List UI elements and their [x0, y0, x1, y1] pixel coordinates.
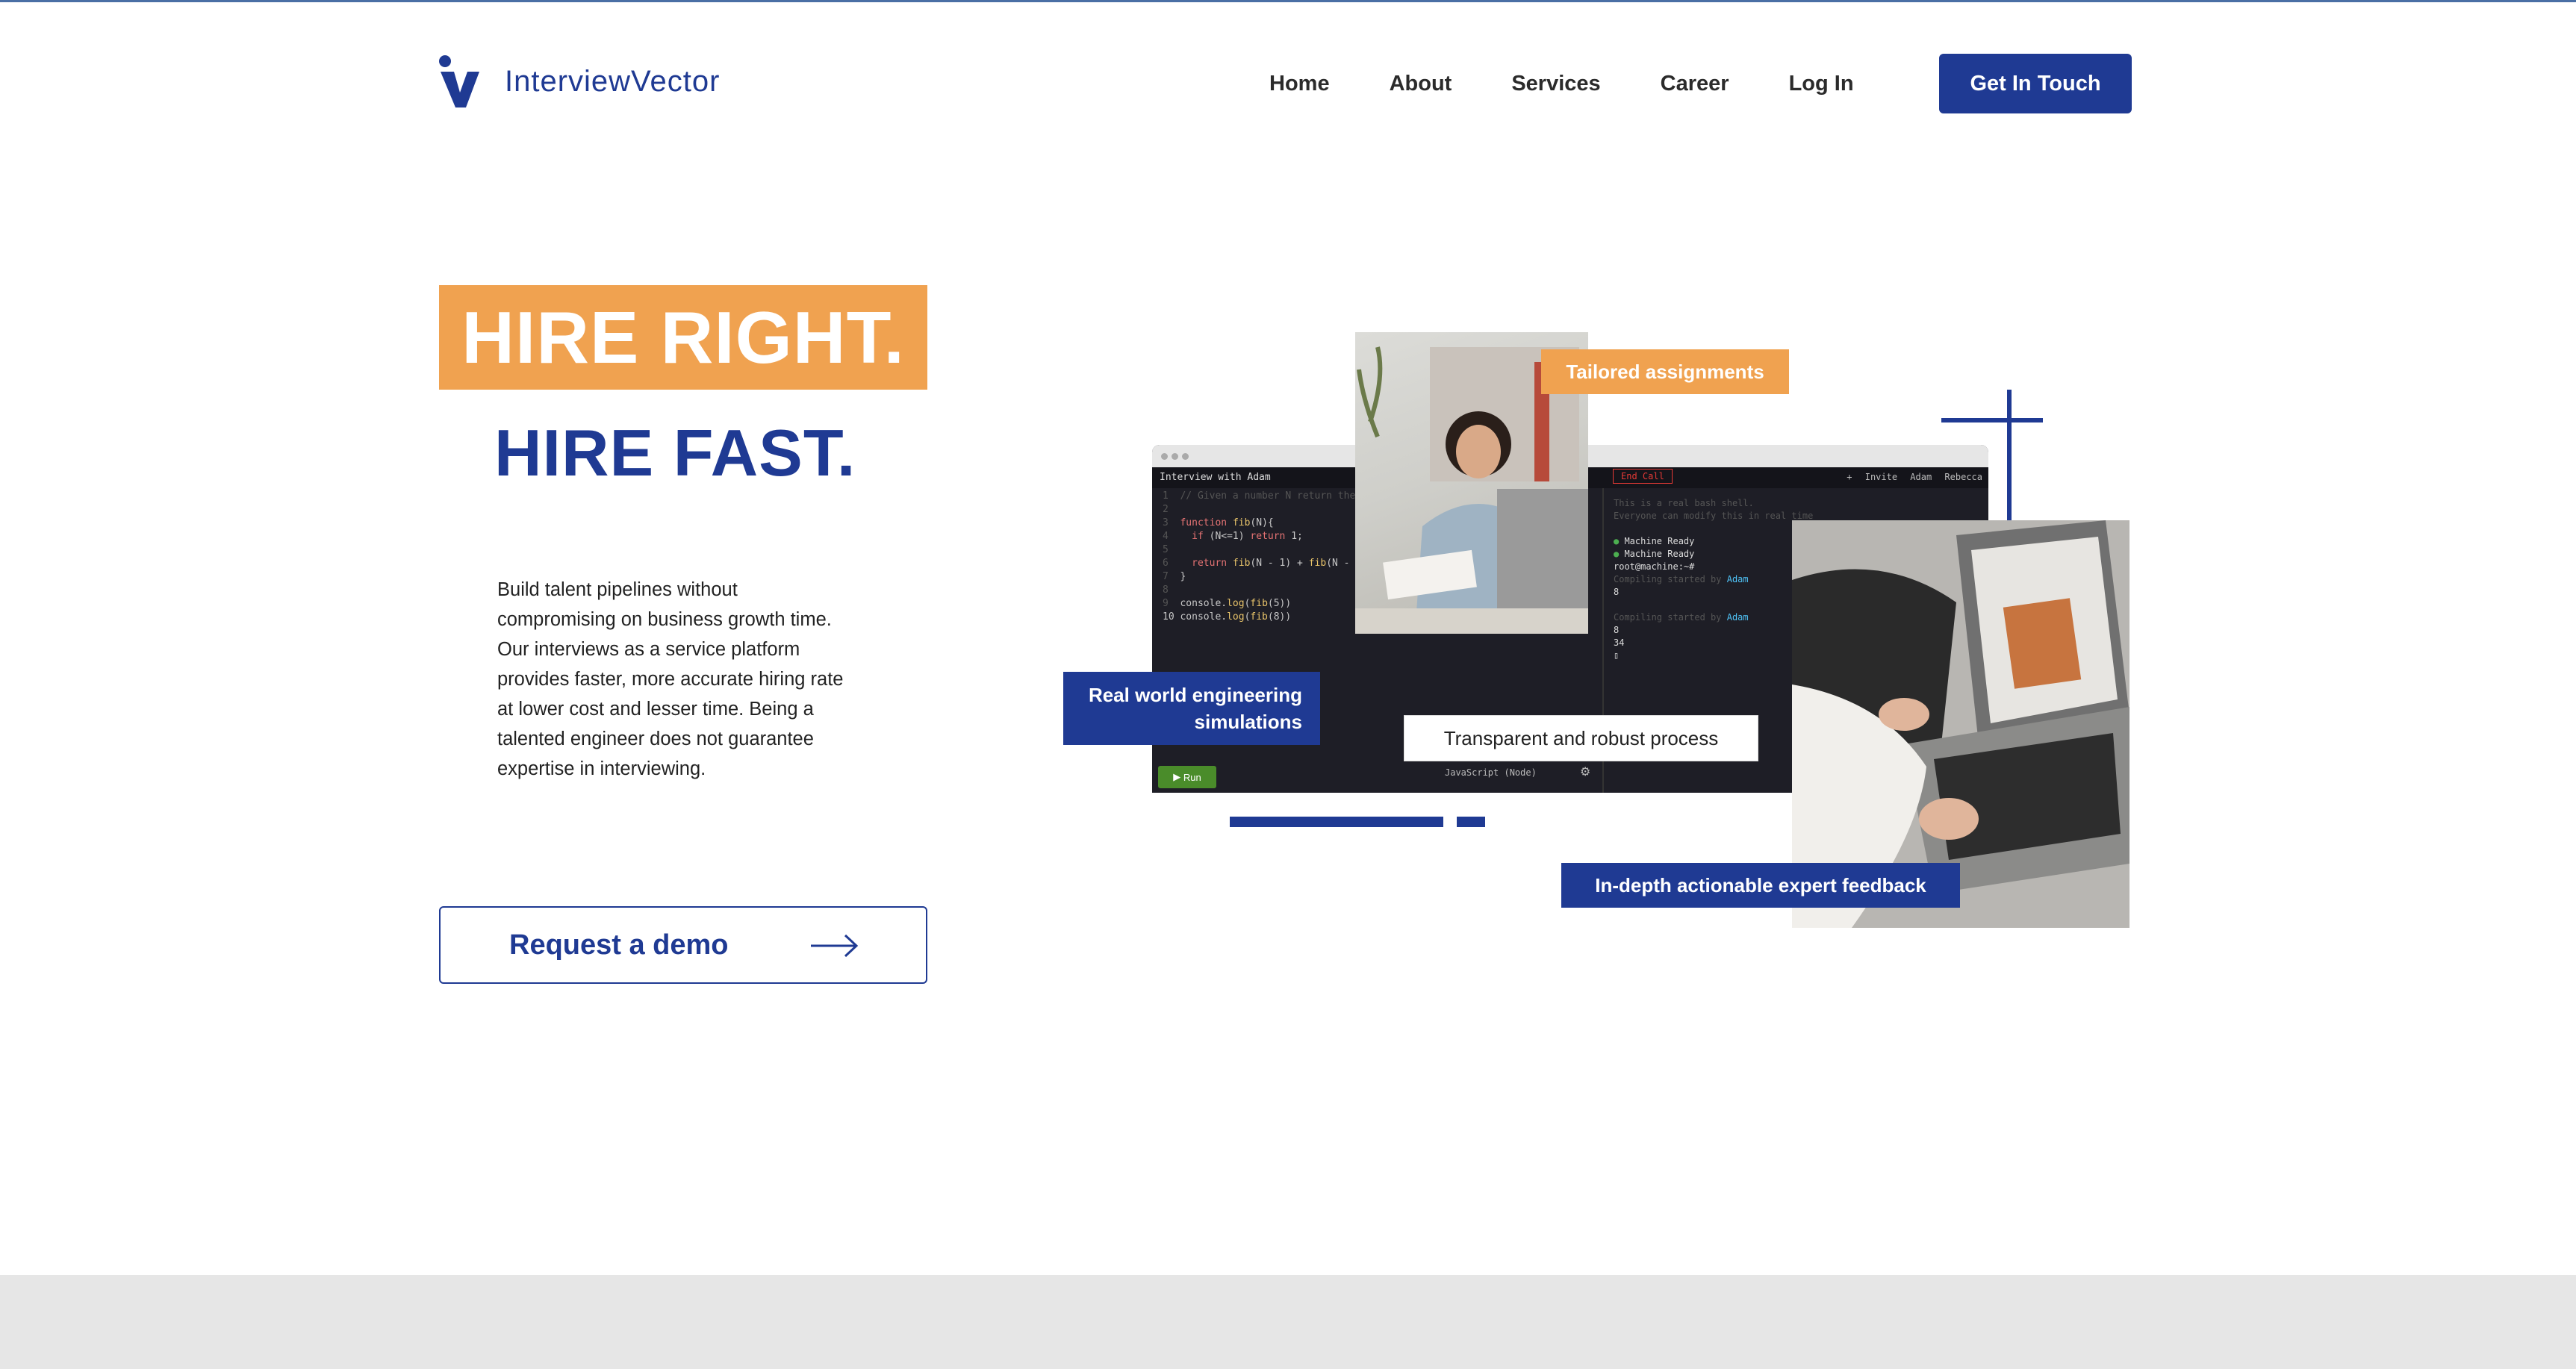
code-snippet: 1 // Given a number N return the 2 3 fun…	[1163, 490, 1373, 623]
logo-v-icon	[438, 54, 481, 109]
headline-hire-right: HIRE RIGHT.	[439, 285, 927, 390]
gear-icon: ⚙	[1580, 766, 1591, 779]
decor-cross-horizontal	[1941, 418, 2043, 422]
tag-expert-feedback: In-depth actionable expert feedback	[1561, 863, 1960, 908]
language-selector: JavaScript (Node)	[1445, 767, 1537, 778]
arrow-right-icon	[811, 934, 859, 958]
nav-career[interactable]: Career	[1661, 72, 1729, 96]
nav-services[interactable]: Services	[1511, 72, 1600, 96]
request-demo-button[interactable]: Request a demo	[439, 906, 927, 984]
get-in-touch-button[interactable]: Get In Touch	[1939, 54, 2132, 113]
nav-login[interactable]: Log In	[1789, 72, 1854, 96]
decor-bar-long	[1230, 817, 1443, 827]
footer-band	[0, 1275, 2576, 1369]
decor-bar-short	[1457, 817, 1485, 827]
main-nav: Home About Services Career Log In	[1269, 54, 1884, 113]
nav-about[interactable]: About	[1390, 72, 1452, 96]
participants: + Invite Adam Rebecca	[1847, 472, 1982, 482]
hero-description: Build talent pipelines without compromis…	[497, 579, 844, 779]
editor-title: Interview with Adam	[1160, 472, 1271, 483]
decor-cross-vertical	[2007, 390, 2012, 520]
tag-tailored-assignments: Tailored assignments	[1541, 349, 1789, 394]
tag-real-world-simulations: Real world engineering simulations	[1063, 672, 1320, 745]
headline-hire-fast: HIRE FAST.	[494, 416, 856, 490]
end-call-button: End Call	[1613, 469, 1673, 484]
tag-transparent-process: Transparent and robust process	[1404, 715, 1758, 761]
logo[interactable]: InterviewVector	[438, 54, 720, 109]
nav-home[interactable]: Home	[1269, 72, 1330, 96]
logo-text: InterviewVector	[505, 64, 721, 98]
request-demo-label: Request a demo	[509, 929, 729, 961]
terminal-output: This is a real bash shell. Everyone can …	[1614, 498, 1814, 661]
top-accent-line	[0, 0, 2576, 2]
run-button: ▶ Run	[1158, 766, 1216, 788]
